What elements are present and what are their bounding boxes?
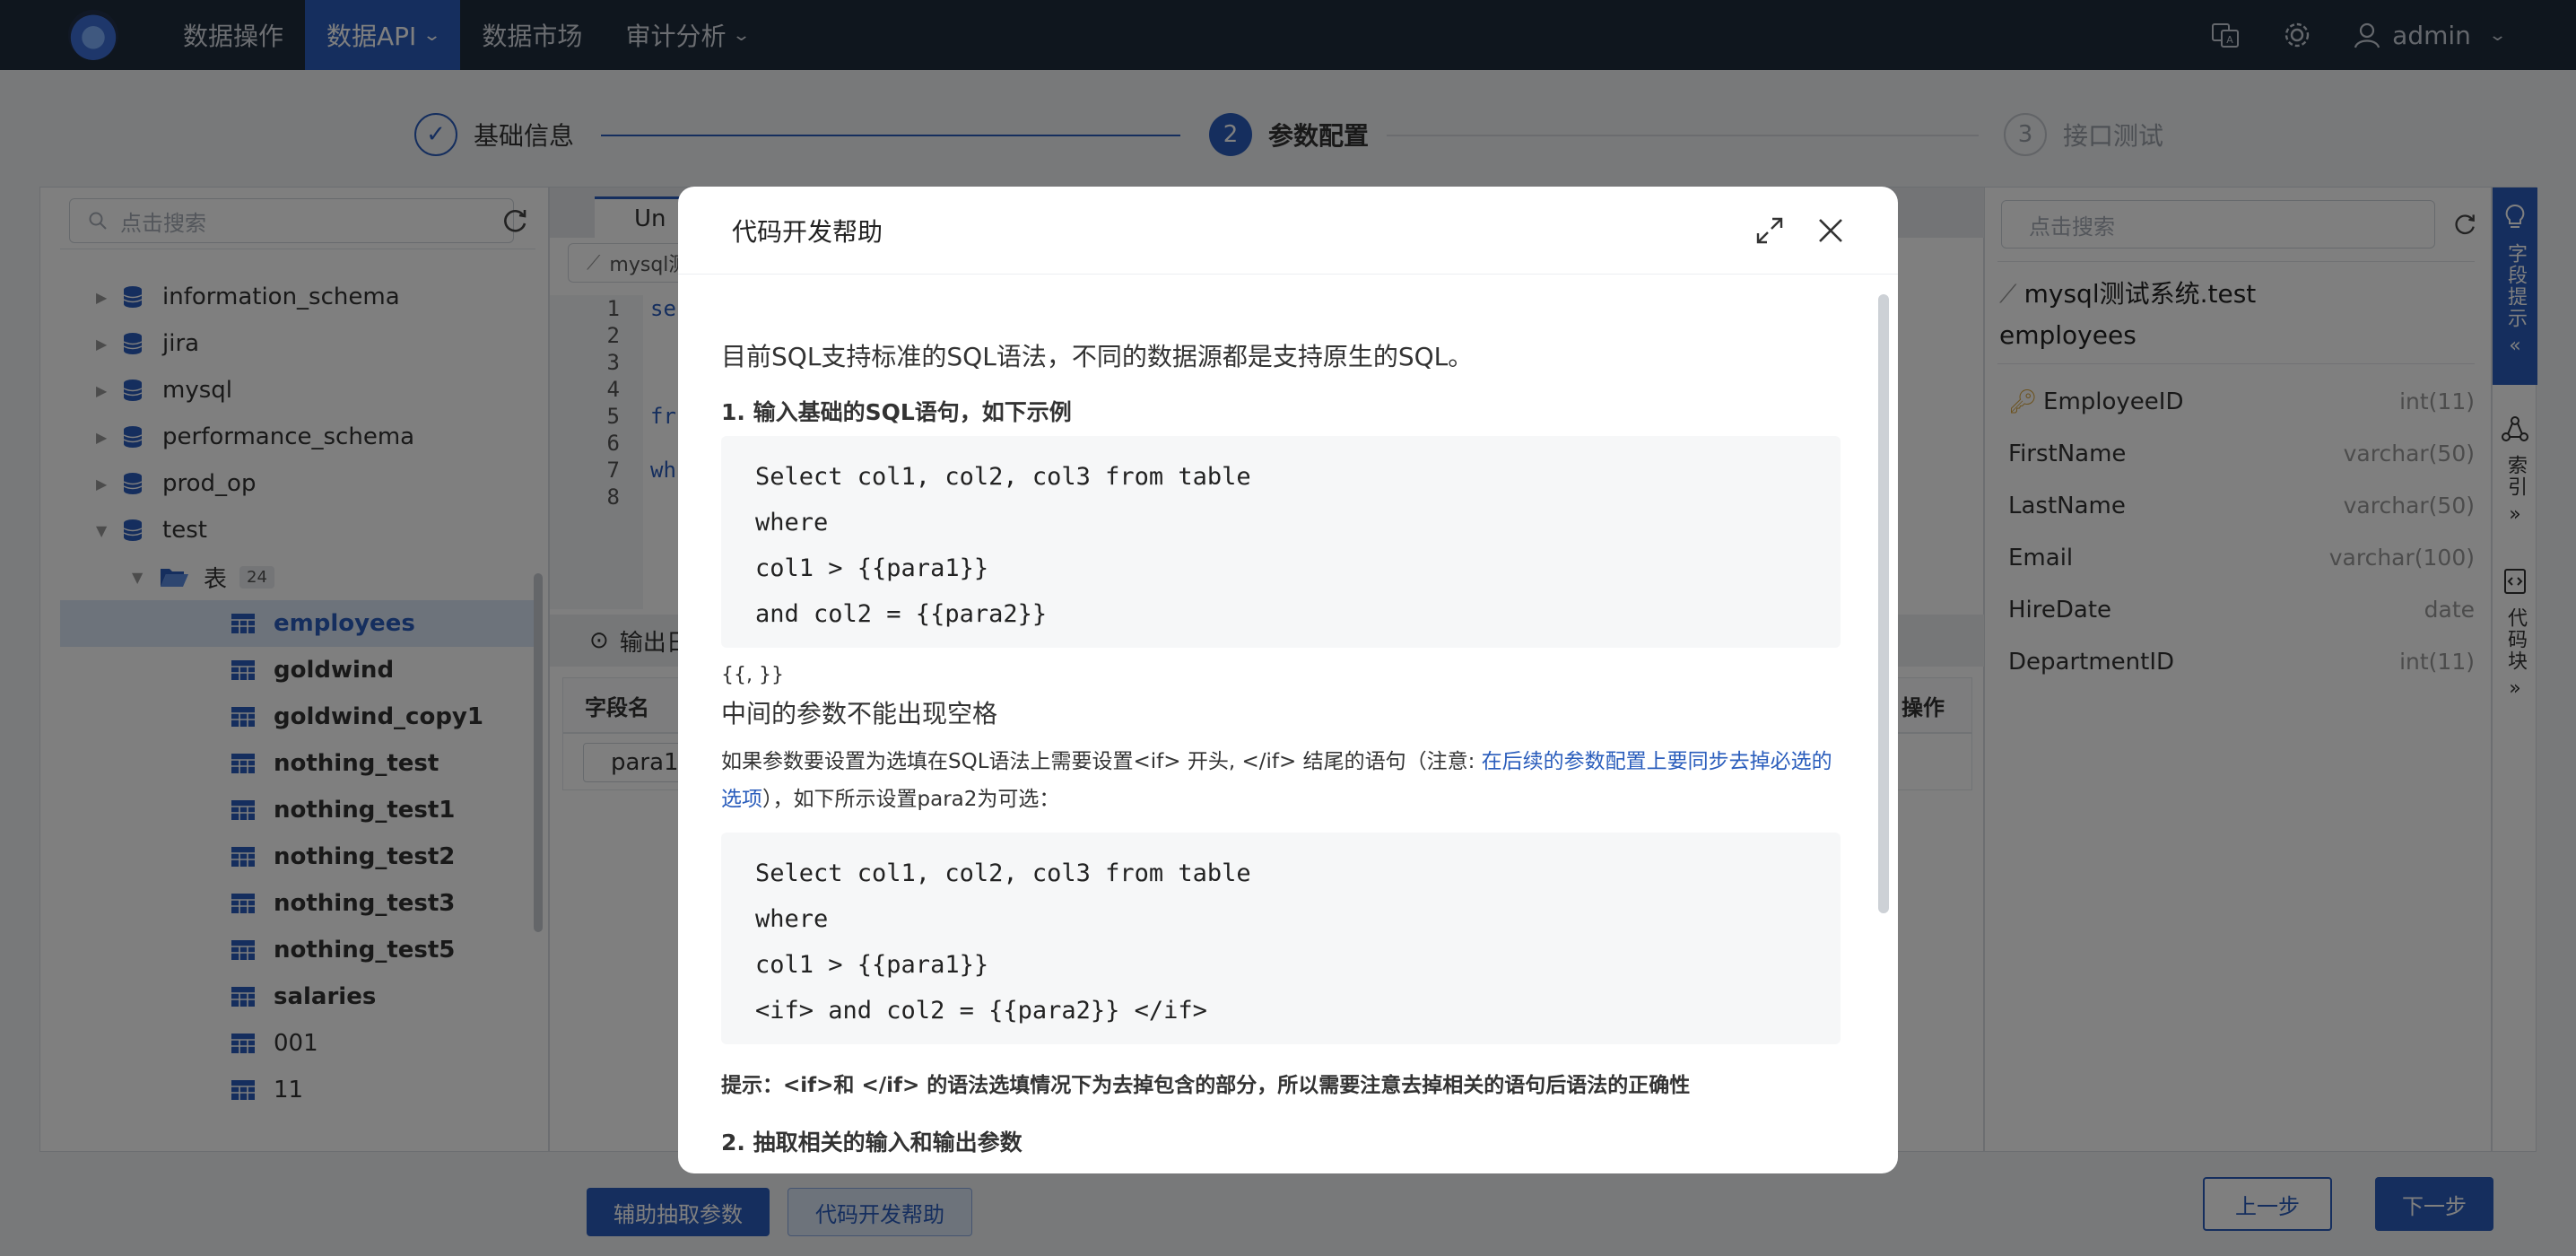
expand-icon[interactable] [1754, 215, 1785, 246]
section-heading-1: 1. 输入基础的SQL语句，如下示例 [721, 399, 1072, 425]
dialog-scrollbar[interactable] [1878, 294, 1889, 913]
no-space-text: 中间的参数不能出现空格 [721, 699, 998, 728]
optional-param-text: 如果参数要设置为选填在SQL语法上需要设置<if> 开头, </if> 结尾的语… [721, 750, 1832, 811]
dialog-body: 目前SQL支持标准的SQL语法，不同的数据源都是支持原生的SQL。 1. 输入基… [721, 275, 1841, 1173]
dialog-header: 代码开发帮助 [678, 187, 1898, 275]
dialog-title: 代码开发帮助 [732, 216, 883, 247]
section-heading-2: 2. 抽取相关的输入和输出参数 [721, 1130, 1023, 1156]
brace-text: {{, }} [721, 664, 784, 686]
close-icon[interactable] [1815, 215, 1846, 246]
code-example-2: Select col1, col2, col3 from table where… [721, 833, 1841, 1044]
code-example-1: Select col1, col2, col3 from table where… [721, 436, 1841, 648]
code-help-dialog: 代码开发帮助 目前SQL支持标准的SQL语法，不同的数据源都是支持原生的SQL。… [678, 187, 1898, 1173]
intro-text: 目前SQL支持标准的SQL语法，不同的数据源都是支持原生的SQL。 [721, 342, 1474, 371]
tip-text: 提示：<if>和 </if> 的语法选填情况下为去掉包含的部分，所以需要注意去掉… [721, 1074, 1691, 1097]
